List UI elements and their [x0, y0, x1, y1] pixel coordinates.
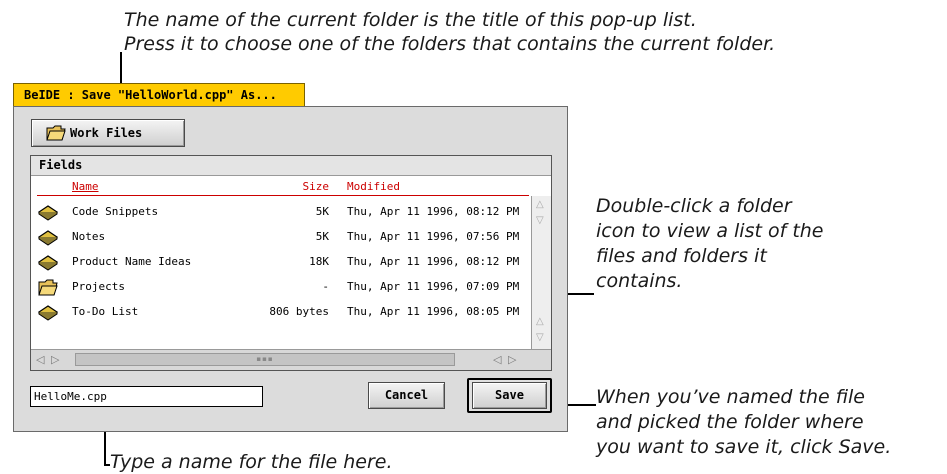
scroll-right-arrow-icon[interactable]: ▷: [508, 353, 516, 367]
cancel-button[interactable]: Cancel: [368, 382, 445, 409]
save-button-default-ring: Save: [467, 378, 552, 413]
callout-folder-line-4: contains.: [596, 270, 683, 292]
callout-popup-title: The name of the current folder is the ti…: [124, 8, 775, 56]
list-item[interactable]: Product Name Ideas 18K Thu, Apr 11 1996,…: [31, 250, 529, 274]
list-item-size: -: [322, 280, 329, 293]
callout-folder-line-3: files and folders it: [596, 245, 767, 267]
list-item-modified: Thu, Apr 11 1996, 08:05 PM: [347, 305, 520, 318]
list-item-name: Notes: [72, 230, 106, 243]
callout-save-line-2: and picked the folder where: [596, 411, 864, 433]
list-item-modified: Thu, Apr 11 1996, 08:12 PM: [347, 205, 520, 218]
list-item-name: Code Snippets: [72, 205, 159, 218]
list-item[interactable]: Code Snippets 5K Thu, Apr 11 1996, 08:12…: [31, 200, 529, 224]
folder-popup-label: Work Files: [70, 126, 143, 140]
list-header: Fields: [31, 156, 551, 176]
file-icon: [37, 305, 59, 321]
vertical-scrollbar[interactable]: △ ▽ △ ▽: [531, 196, 551, 349]
scroll-left-arrow-icon[interactable]: ◁: [493, 353, 501, 367]
save-button[interactable]: Save: [472, 382, 547, 409]
window-title-tab[interactable]: BeIDE : Save "HelloWorld.cpp" As...: [13, 83, 305, 106]
callout-save-line-3: you want to save it, click Save.: [596, 436, 892, 458]
scroll-up-arrow-icon[interactable]: △: [536, 316, 544, 328]
list-item[interactable]: Projects - Thu, Apr 11 1996, 07:09 PM: [31, 275, 529, 299]
column-header-modified[interactable]: Modified: [347, 180, 400, 194]
list-item-modified: Thu, Apr 11 1996, 07:56 PM: [347, 230, 520, 243]
scroll-down-arrow-icon[interactable]: ▽: [536, 332, 544, 344]
callout-folder-doubleclick: Double-click a folder icon to view a lis…: [596, 194, 824, 294]
callout-folder-line-1: Double-click a folder: [596, 195, 792, 217]
callout-filename: Type a name for the file here.: [110, 450, 393, 474]
column-header-size[interactable]: Size: [303, 180, 330, 194]
list-item-name: Product Name Ideas: [72, 255, 192, 268]
folder-popup-button[interactable]: Work Files: [31, 119, 185, 147]
callout-folder-line-2: icon to view a list of the: [596, 220, 824, 242]
save-dialog-window: Work Files Fields Name Size Modified Cod…: [13, 106, 568, 432]
leader-line-filename-foot: [104, 464, 110, 466]
filename-field[interactable]: [30, 386, 263, 407]
scroll-up-arrow-icon[interactable]: △: [536, 199, 544, 211]
column-header-rule: [37, 195, 529, 196]
horizontal-scrollbar[interactable]: ◁ ▷ ▪▪▪ ◁ ▷: [31, 349, 551, 370]
list-item-size: 5K: [315, 230, 329, 243]
list-item-modified: Thu, Apr 11 1996, 07:09 PM: [347, 280, 520, 293]
column-header-name[interactable]: Name: [72, 180, 99, 194]
scroll-thumb[interactable]: ▪▪▪: [75, 353, 455, 366]
callout-filename-line-1: Type a name for the file here.: [110, 451, 393, 473]
list-item-modified: Thu, Apr 11 1996, 08:12 PM: [347, 255, 520, 268]
file-list: Fields Name Size Modified Code Snippets …: [30, 155, 552, 371]
file-icon: [37, 255, 59, 271]
list-item-size: 806 bytes: [269, 305, 329, 318]
scroll-right-arrow-icon[interactable]: ▷: [51, 353, 59, 367]
folder-icon: [38, 279, 58, 296]
list-item-size: 5K: [315, 205, 329, 218]
callout-save: When you’ve named the file and picked th…: [596, 385, 891, 460]
callout-popup-line-2: Press it to choose one of the folders th…: [124, 33, 776, 55]
list-item[interactable]: Notes 5K Thu, Apr 11 1996, 07:56 PM: [31, 225, 529, 249]
list-item[interactable]: To-Do List 806 bytes Thu, Apr 11 1996, 0…: [31, 300, 529, 324]
scroll-grip-icon: ▪▪▪: [256, 355, 274, 363]
list-item-size: 18K: [309, 255, 329, 268]
file-icon: [37, 230, 59, 246]
scroll-down-arrow-icon[interactable]: ▽: [536, 215, 544, 227]
list-item-name: To-Do List: [72, 305, 139, 318]
callout-save-line-1: When you’ve named the file: [596, 386, 865, 408]
scroll-left-arrow-icon[interactable]: ◁: [36, 353, 44, 367]
list-item-name: Projects: [72, 280, 125, 293]
file-icon: [37, 205, 59, 221]
callout-popup-line-1: The name of the current folder is the ti…: [124, 9, 697, 31]
open-folder-icon: [46, 125, 66, 141]
